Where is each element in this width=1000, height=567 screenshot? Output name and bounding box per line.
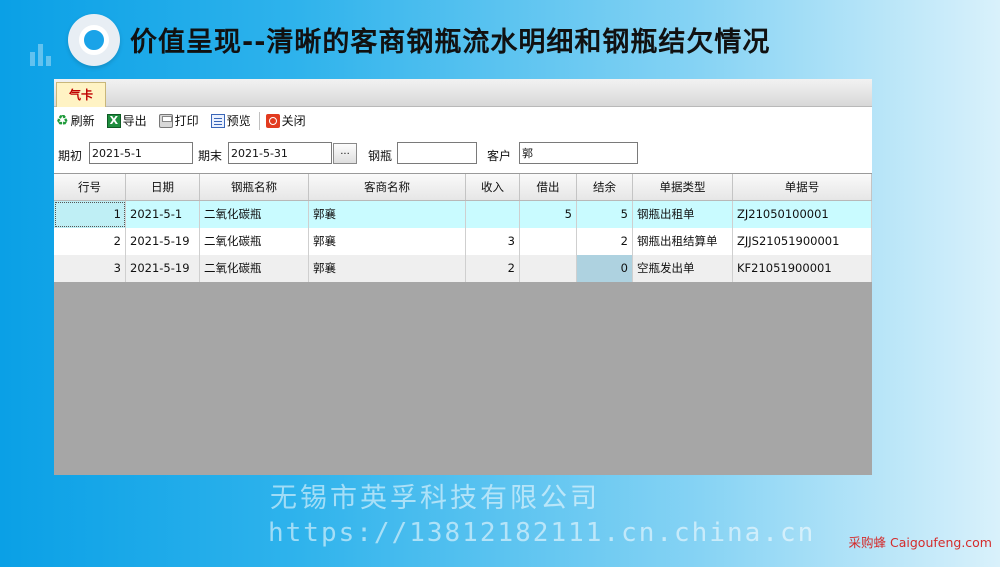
table-row[interactable]: 1 2021-5-1 二氧化碳瓶 郭襄 5 5 钢瓶出租单 ZJ21050100… bbox=[54, 201, 872, 228]
export-label: 导出 bbox=[122, 114, 147, 128]
cell-out[interactable] bbox=[520, 255, 577, 282]
cell-customer[interactable]: 郭襄 bbox=[309, 228, 466, 255]
app-window: 气卡 ♻ 刷新 导出 打印 预览 关闭 期初 期末 ... 钢瓶 bbox=[54, 79, 872, 475]
cell-in[interactable]: 2 bbox=[466, 255, 520, 282]
column-header-out[interactable]: 借出 bbox=[520, 174, 577, 200]
tab-bar: 气卡 bbox=[54, 79, 872, 107]
cell-doc-no[interactable]: KF21051900001 bbox=[733, 255, 872, 282]
printer-icon bbox=[158, 113, 173, 128]
export-button[interactable]: 导出 bbox=[106, 112, 147, 129]
cell-customer[interactable]: 郭襄 bbox=[309, 255, 466, 282]
start-date-label: 期初 bbox=[58, 149, 83, 163]
document-preview-icon bbox=[210, 113, 225, 128]
column-header-customer[interactable]: 客商名称 bbox=[309, 174, 466, 200]
table-row[interactable]: 3 2021-5-19 二氧化碳瓶 郭襄 2 0 空瓶发出单 KF2105190… bbox=[54, 255, 872, 282]
refresh-button[interactable]: ♻ 刷新 bbox=[56, 112, 95, 129]
cell-in[interactable] bbox=[466, 201, 520, 228]
excel-icon bbox=[106, 113, 121, 128]
customer-label: 客户 bbox=[487, 149, 512, 163]
bottle-label: 钢瓶 bbox=[368, 149, 393, 163]
cell-balance-selected[interactable]: 0 bbox=[577, 255, 633, 282]
cell-date[interactable]: 2021-5-19 bbox=[126, 228, 200, 255]
date-picker-button[interactable]: ... bbox=[333, 143, 357, 164]
cell-bottle[interactable]: 二氧化碳瓶 bbox=[200, 201, 309, 228]
column-header-in[interactable]: 收入 bbox=[466, 174, 520, 200]
cell-in[interactable]: 3 bbox=[466, 228, 520, 255]
refresh-label: 刷新 bbox=[70, 114, 95, 128]
column-header-doc-no[interactable]: 单据号 bbox=[733, 174, 872, 200]
close-button[interactable]: 关闭 bbox=[265, 112, 306, 129]
cell-bottle[interactable]: 二氧化碳瓶 bbox=[200, 228, 309, 255]
decorative-bars bbox=[30, 36, 70, 66]
cell-date[interactable]: 2021-5-1 bbox=[126, 201, 200, 228]
toolbar-divider bbox=[258, 111, 260, 130]
cell-customer[interactable]: 郭襄 bbox=[309, 201, 466, 228]
close-label: 关闭 bbox=[281, 114, 306, 128]
cell-doc-type[interactable]: 空瓶发出单 bbox=[633, 255, 733, 282]
column-header-doc-type[interactable]: 单据类型 bbox=[633, 174, 733, 200]
cell-balance[interactable]: 2 bbox=[577, 228, 633, 255]
print-label: 打印 bbox=[174, 114, 199, 128]
cell-row-no[interactable]: 3 bbox=[54, 255, 126, 282]
slide-title: 价值呈现--清晰的客商钢瓶流水明细和钢瓶结欠情况 bbox=[130, 27, 771, 58]
start-date-field[interactable] bbox=[89, 142, 193, 164]
cell-out[interactable]: 5 bbox=[520, 201, 577, 228]
cell-out[interactable] bbox=[520, 228, 577, 255]
refresh-icon: ♻ bbox=[56, 112, 69, 129]
watermark-company: 无锡市英孚科技有限公司 bbox=[270, 483, 600, 514]
preview-button[interactable]: 预览 bbox=[210, 112, 251, 129]
logo-circle-icon bbox=[68, 14, 120, 66]
bottle-field[interactable] bbox=[397, 142, 477, 164]
cell-row-no[interactable]: 2 bbox=[54, 228, 126, 255]
cell-balance[interactable]: 5 bbox=[577, 201, 633, 228]
filter-bar: 期初 期末 ... 钢瓶 客户 bbox=[54, 134, 872, 173]
cell-doc-type[interactable]: 钢瓶出租结算单 bbox=[633, 228, 733, 255]
cell-doc-no[interactable]: ZJ21050100001 bbox=[733, 201, 872, 228]
cell-date[interactable]: 2021-5-19 bbox=[126, 255, 200, 282]
column-header-date[interactable]: 日期 bbox=[126, 174, 200, 200]
column-header-balance[interactable]: 结余 bbox=[577, 174, 633, 200]
end-date-field[interactable] bbox=[228, 142, 332, 164]
column-header-bottle[interactable]: 钢瓶名称 bbox=[200, 174, 309, 200]
watermark-url: https://13812182111.cn.china.cn bbox=[268, 518, 816, 548]
ledger-table: 行号 日期 钢瓶名称 客商名称 收入 借出 结余 单据类型 单据号 1 2021… bbox=[54, 173, 872, 282]
power-icon bbox=[265, 113, 280, 128]
preview-label: 预览 bbox=[226, 114, 251, 128]
toolbar: ♻ 刷新 导出 打印 预览 关闭 bbox=[54, 107, 872, 134]
corner-watermark: 采购蜂 Caigoufeng.com bbox=[848, 535, 992, 550]
tab-gas-card[interactable]: 气卡 bbox=[56, 82, 106, 107]
cell-row-no[interactable]: 1 bbox=[54, 201, 126, 228]
print-button[interactable]: 打印 bbox=[158, 112, 199, 129]
table-row[interactable]: 2 2021-5-19 二氧化碳瓶 郭襄 3 2 钢瓶出租结算单 ZJJS210… bbox=[54, 228, 872, 255]
cell-bottle[interactable]: 二氧化碳瓶 bbox=[200, 255, 309, 282]
cell-doc-no[interactable]: ZJJS21051900001 bbox=[733, 228, 872, 255]
table-header: 行号 日期 钢瓶名称 客商名称 收入 借出 结余 单据类型 单据号 bbox=[54, 174, 872, 201]
cell-doc-type[interactable]: 钢瓶出租单 bbox=[633, 201, 733, 228]
column-header-row-no[interactable]: 行号 bbox=[54, 174, 126, 200]
end-date-label: 期末 bbox=[198, 149, 223, 163]
customer-field[interactable] bbox=[519, 142, 638, 164]
